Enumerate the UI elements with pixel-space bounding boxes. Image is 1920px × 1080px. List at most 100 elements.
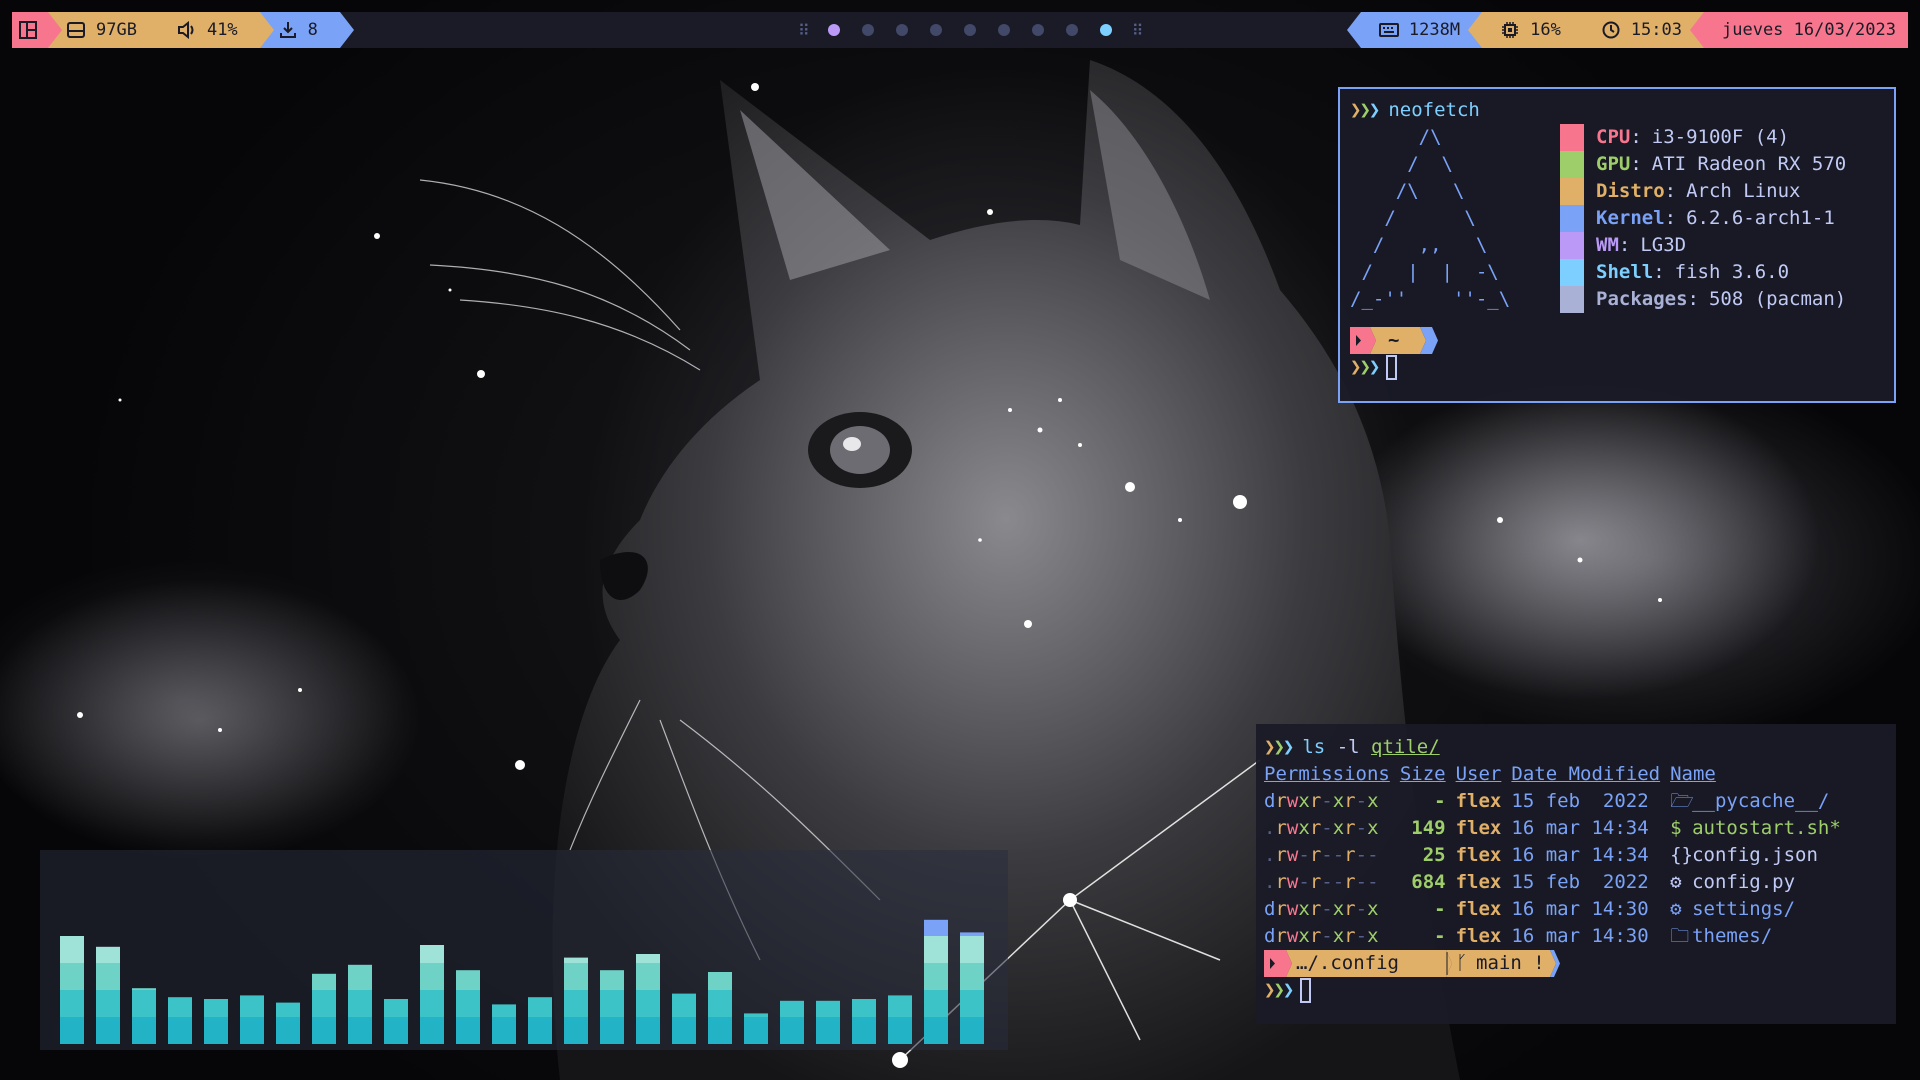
prompt-arrows-icon: ❯❯❯ [1350,356,1380,378]
info-key: WM [1596,234,1619,256]
visualizer-bar [60,936,84,1044]
color-swatch [1560,232,1584,259]
info-key: CPU [1596,126,1631,148]
top-status-bar: 97GB 41% 8 ⠿ ⠿ 1238M 16% 15:03 jueves 16… [12,12,1908,48]
visualizer-bar [924,919,948,1044]
visualizer-bar [600,970,624,1044]
workspace-group-4[interactable] [929,24,942,36]
permissions-cell: drwxr-xr-x [1264,925,1379,947]
file-name: autostart.sh* [1692,817,1841,839]
neofetch-command-line: ❯❯❯ neofetch [1350,97,1884,124]
visualizer-bar [816,1000,840,1044]
name-cell: $ autostart.sh* [1670,815,1851,842]
visualizer-bar [888,995,912,1044]
date-cell: 15 feb 2022 [1511,871,1649,893]
workspace-group-7[interactable] [1031,24,1044,36]
bar-right-widgets: 1238M 16% 15:03 jueves 16/03/2023 [1346,12,1908,48]
permissions-cell: drwxr-xr-x [1264,790,1379,812]
visualizer-bar [312,973,336,1044]
clock-icon [1601,20,1621,40]
info-key: Packages [1596,288,1688,310]
date-cell: 16 mar 14:30 [1511,898,1649,920]
workspace-group-6[interactable] [997,24,1010,36]
prompt-directory: ~ [1388,329,1400,351]
size-cell: 149 [1411,817,1446,839]
date-widget[interactable]: jueves 16/03/2023 [1690,12,1908,48]
permissions-cell: .rw-r--r-- [1264,871,1379,893]
info-value: Arch Linux [1686,180,1801,202]
ls-terminal-window[interactable]: ❯❯❯ ls -l qtile/ Permissions Size User Da… [1256,724,1896,1024]
permissions-cell: .rwxr-xr-x [1264,817,1379,839]
table-row: .rwxr-xr-x 149 flex 16 mar 14:34 $ autostart.… [1264,815,1851,842]
cpu-widget[interactable]: 16% [1468,12,1583,48]
color-swatch [1560,286,1584,313]
workspace-group-5[interactable] [963,24,976,36]
volume-widget[interactable]: 41% [158,12,274,48]
visualizer-bar [384,999,408,1044]
size-cell: 684 [1411,871,1446,893]
visualizer-bar [564,957,588,1044]
visualizer-bar [204,999,228,1044]
size-cell: - [1434,925,1446,947]
info-separator: : [1630,153,1642,175]
git-branch-icon: ᚴ [1456,952,1468,974]
info-value: ATI Radeon RX 570 [1651,153,1847,175]
grip-left-icon: ⠿ [798,20,810,40]
col-date-modified: Date Modified [1511,763,1661,785]
visualizer-bars [60,919,984,1044]
disk-icon [66,20,86,40]
permissions-cell: .rw-r--r-- [1264,844,1379,866]
name-cell: ⚙ config.py [1670,869,1851,896]
bar-left-widgets: 97GB 41% 8 [12,12,355,48]
updates-count-text: 8 [307,20,318,40]
workspace-group-3[interactable] [895,24,908,36]
clock-widget[interactable]: 15:03 [1568,12,1704,48]
neofetch-terminal-window[interactable]: ❯❯❯ neofetch /\ / \ /\ \ / \ / ,, \ / | |… [1338,87,1896,403]
col-user: User [1455,763,1502,785]
date-cell: 16 mar 14:34 [1511,844,1649,866]
file-name: settings/ [1692,898,1796,920]
visualizer-bar [744,1013,768,1044]
visualizer-bar [240,995,264,1044]
visualizer-bar [276,1002,300,1044]
table-row: drwxr-xr-x - flex 15 feb 2022 🗁__pycache__/ [1264,788,1851,815]
workspace-group-2[interactable] [861,24,874,36]
visualizer-bar [132,988,156,1044]
memory-widget[interactable]: 1238M [1346,12,1483,48]
workspace-group-1[interactable] [827,24,840,36]
table-row: .rw-r--r-- 684 flex 15 feb 2022 ⚙ config.py [1264,869,1851,896]
info-separator: : [1618,234,1631,256]
file-listing-table: Permissions Size User Date Modified Name… [1264,761,1851,950]
neofetch-output: /\ / \ /\ \ / \ / ,, \ / | | -\ /_-'' ''… [1350,124,1884,313]
visualizer-bar [348,964,372,1044]
info-row-distro: Distro: Arch Linux [1560,178,1846,205]
workspace-groups: ⠿ ⠿ [798,12,1144,48]
disk-widget[interactable]: 97GB [48,12,173,48]
table-row: .rw-r--r-- 25 flex 16 mar 14:34 {}config.jso… [1264,842,1851,869]
col-name: Name [1670,763,1716,785]
folder-icon: 🗀 [1670,925,1690,947]
info-separator: : [1664,207,1677,229]
keyboard-memory-icon [1378,20,1399,40]
settings-folder-icon: ⚙ [1670,898,1682,920]
ls-input-line[interactable]: ❯❯❯ [1264,977,1888,1004]
ls-flag: -l [1336,736,1360,758]
info-key: Kernel [1596,207,1665,229]
workspace-group-9[interactable] [1099,24,1112,36]
user-cell: flex [1455,790,1502,812]
name-cell: {}config.json [1670,842,1851,869]
info-separator: : [1687,288,1699,310]
neofetch-input-line[interactable]: ❯❯❯ [1350,354,1884,381]
workspace-group-8[interactable] [1065,24,1078,36]
permissions-cell: drwxr-xr-x [1264,898,1379,920]
layout-indicator[interactable] [12,12,62,48]
grip-right-icon: ⠿ [1131,20,1144,40]
prompt-arrows-icon: ❯❯❯ [1264,979,1294,1001]
table-row: drwxr-xr-x - flex 16 mar 14:30 ⚙ settings/ [1264,896,1851,923]
date-text: jueves 16/03/2023 [1722,20,1896,40]
color-swatch [1560,151,1584,178]
memory-used-text: 1238M [1408,20,1461,40]
disk-free-text: 97GB [96,20,137,40]
size-cell: - [1434,790,1446,812]
cpu-usage-text: 16% [1530,20,1561,40]
